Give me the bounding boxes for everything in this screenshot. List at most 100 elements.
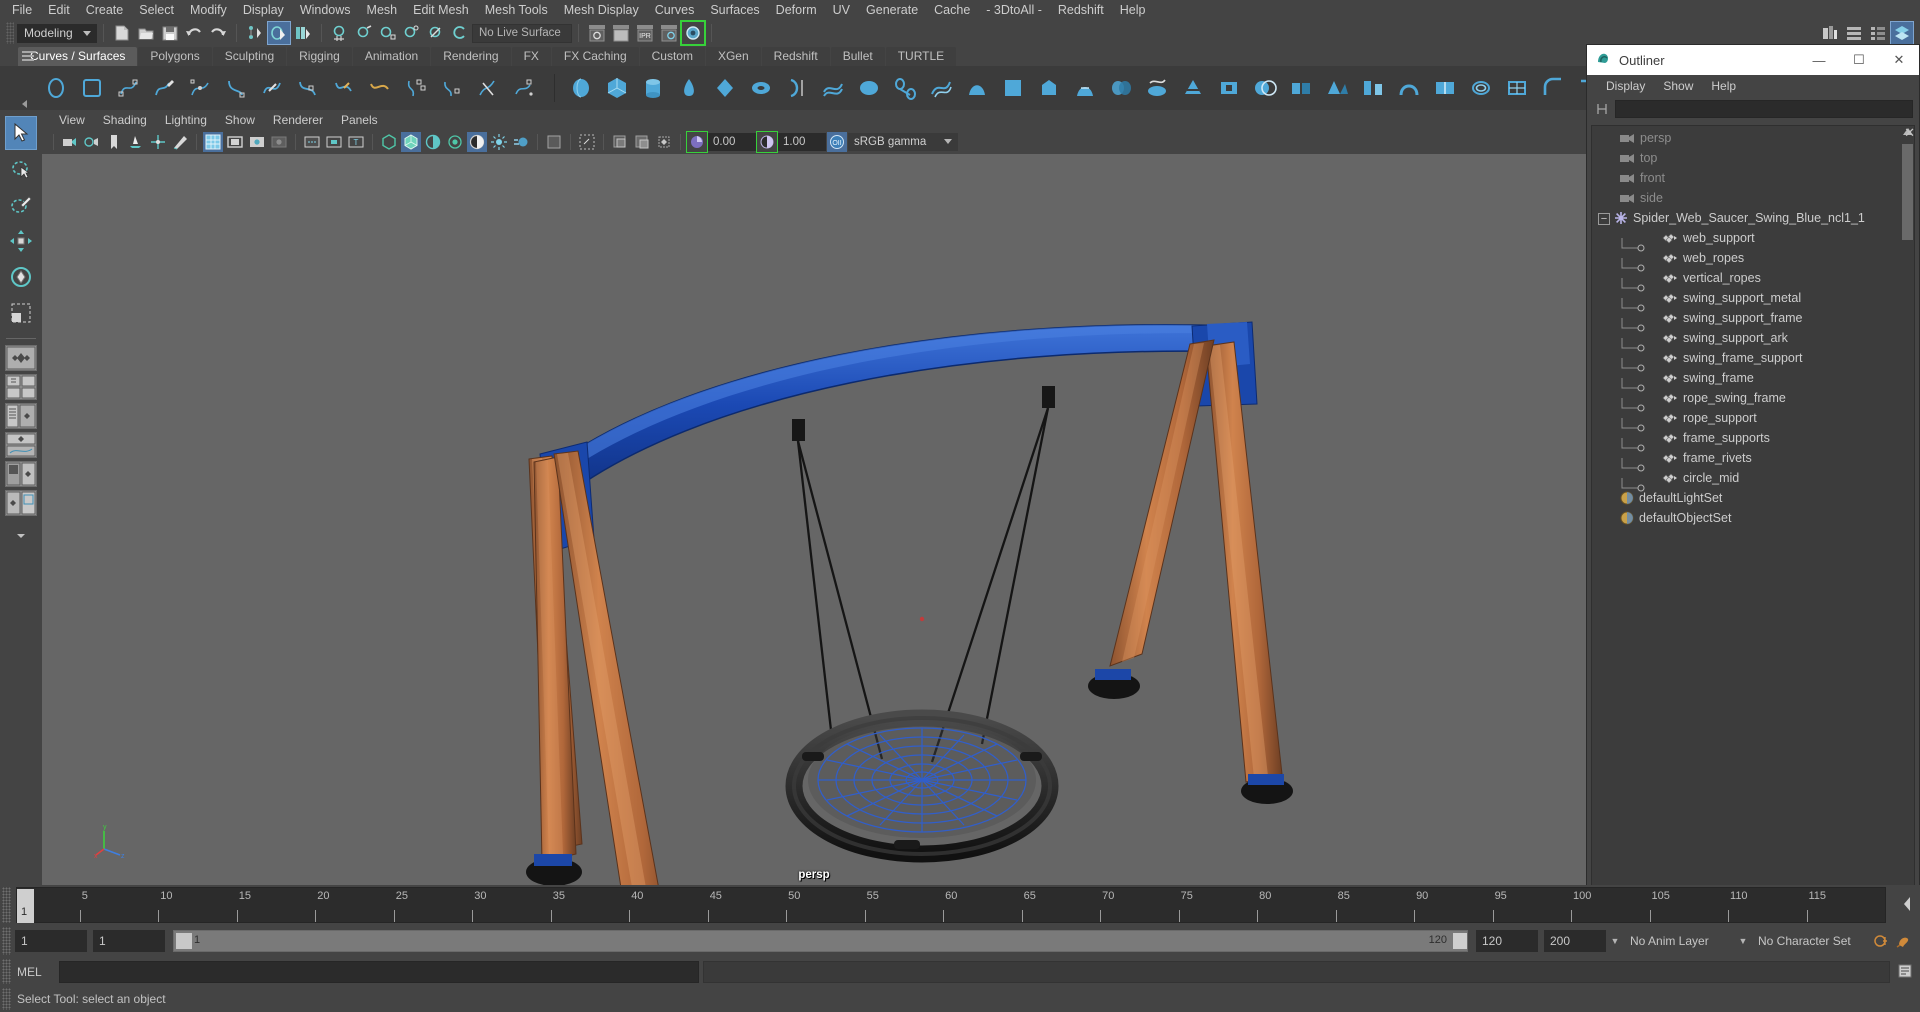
smooth-shade-all-icon[interactable] <box>401 132 421 152</box>
outliner-vertical-scrollbar[interactable] <box>1901 144 1914 901</box>
snap-to-grid-button[interactable] <box>329 22 351 44</box>
move-tool-button[interactable] <box>5 224 37 258</box>
outliner-item-vertical_ropes[interactable]: vertical_ropes <box>1594 268 1900 292</box>
attach-curves-icon[interactable] <box>328 72 360 104</box>
menu-item-edit-mesh[interactable]: Edit Mesh <box>405 1 477 19</box>
render-current-frame-button[interactable] <box>586 22 608 44</box>
time-slider-right-handle[interactable] <box>1890 893 1918 917</box>
nurbs-cube-icon[interactable] <box>601 72 633 104</box>
menu-item-windows[interactable]: Windows <box>292 1 359 19</box>
hypershade-button[interactable] <box>680 20 706 46</box>
menu-item-surfaces[interactable]: Surfaces <box>702 1 767 19</box>
xray-joints-icon[interactable] <box>610 132 630 152</box>
shelf-tab-rendering[interactable]: Rendering <box>431 47 511 66</box>
extrude-icon[interactable] <box>889 72 921 104</box>
range-slider-bar[interactable]: 1 120 <box>173 930 1468 952</box>
anim-layer-chevron-icon[interactable]: ▼ <box>1606 930 1624 952</box>
auto-keyframe-toggle-button[interactable] <box>1870 930 1892 952</box>
quick-layout-four-view[interactable] <box>5 374 37 400</box>
outliner-menu-show[interactable]: Show <box>1654 76 1702 96</box>
animation-end-time-field[interactable]: 200 <box>1544 930 1606 952</box>
viewport-menu-shading[interactable]: Shading <box>94 111 156 129</box>
attach-surfaces-icon[interactable] <box>1285 72 1317 104</box>
film-origin-icon[interactable] <box>302 132 322 152</box>
select-by-object-type-button[interactable] <box>267 21 291 45</box>
menu-set-selector[interactable]: Modeling <box>17 23 97 43</box>
layer-editor-toggle[interactable] <box>1890 21 1914 45</box>
gamma-field[interactable]: 1.00 <box>778 133 826 151</box>
safe-title-icon[interactable]: T <box>346 132 366 152</box>
select-by-hierarchy-button[interactable] <box>244 22 266 44</box>
two-d-pan-zoom-icon[interactable] <box>148 132 168 152</box>
outliner-title-bar[interactable]: Outliner — ☐ ✕ <box>1587 45 1919 75</box>
snap-to-view-plane-button[interactable] <box>425 22 447 44</box>
trim-tool-icon[interactable] <box>1177 72 1209 104</box>
boundary-icon[interactable] <box>961 72 993 104</box>
redo-previous-render-button[interactable] <box>610 22 632 44</box>
round-tool-icon[interactable] <box>1537 72 1569 104</box>
snap-to-curve-button[interactable] <box>353 22 375 44</box>
camera-attributes-icon[interactable] <box>82 132 102 152</box>
command-line-grip[interactable] <box>2 959 11 984</box>
search-icon[interactable] <box>1593 100 1611 118</box>
menu-item-cache[interactable]: Cache <box>926 1 978 19</box>
close-icon[interactable]: ✕ <box>1879 45 1919 75</box>
outliner-item-defaultlightset[interactable]: defaultLightSet <box>1594 488 1900 508</box>
gamma-icon[interactable] <box>756 131 778 153</box>
shelf-tab-sculpting[interactable]: Sculpting <box>212 47 287 66</box>
menu-item-3dtoall[interactable]: - 3DtoAll - <box>978 1 1050 19</box>
minimize-icon[interactable]: — <box>1799 45 1839 75</box>
outliner-search-input[interactable] <box>1615 100 1913 118</box>
render-settings-button[interactable] <box>658 22 680 44</box>
color-transform-selector[interactable]: sRGB gamma <box>848 133 958 151</box>
image-plane-icon[interactable] <box>126 132 146 152</box>
outliner-scroll-close-icon[interactable]: ✕ <box>1904 126 1914 141</box>
outliner-item-front[interactable]: front <box>1594 168 1900 188</box>
cv-curve-tool-icon[interactable] <box>112 72 144 104</box>
shelf-tab-rigging[interactable]: Rigging <box>287 47 352 66</box>
birail-icon[interactable] <box>925 72 957 104</box>
animation-start-time-field[interactable]: 1 <box>15 930 87 952</box>
bevel-plus-icon[interactable] <box>1069 72 1101 104</box>
isolate-select-icon[interactable] <box>544 132 564 152</box>
playback-start-time-field[interactable]: 1 <box>93 930 165 952</box>
outliner-item-frame_rivets[interactable]: frame_rivets <box>1594 448 1900 472</box>
menu-item-curves[interactable]: Curves <box>647 1 703 19</box>
outliner-item-frame_supports[interactable]: frame_supports <box>1594 428 1900 452</box>
save-scene-button[interactable] <box>159 22 181 44</box>
detach-curves-icon[interactable] <box>364 72 396 104</box>
menu-item-edit[interactable]: Edit <box>40 1 78 19</box>
project-curve-icon[interactable] <box>1141 72 1173 104</box>
outliner-item-swing_frame[interactable]: swing_frame <box>1594 368 1900 392</box>
ssao-icon[interactable] <box>489 132 509 152</box>
motion-blur-icon[interactable] <box>511 132 531 152</box>
quick-layout-hypershade-persp[interactable] <box>5 461 37 487</box>
viewport-3d-canvas[interactable]: y z x persp <box>42 154 1586 885</box>
outliner-menu-help[interactable]: Help <box>1702 76 1745 96</box>
ipr-render-button[interactable]: IPR <box>634 22 656 44</box>
menu-item-redshift[interactable]: Redshift <box>1050 1 1112 19</box>
align-curves-icon[interactable] <box>400 72 432 104</box>
shaded-hardware-texture-icon[interactable] <box>423 132 443 152</box>
nurbs-sphere-icon[interactable] <box>565 72 597 104</box>
three-point-arc-icon[interactable] <box>256 72 288 104</box>
shelf-tab-polygons[interactable]: Polygons <box>138 47 212 66</box>
character-set-selector[interactable]: No Character Set <box>1752 930 1870 952</box>
outliner-item-circle_mid[interactable]: circle_mid <box>1594 468 1900 492</box>
new-scene-button[interactable] <box>111 22 133 44</box>
nurbs-cylinder-icon[interactable] <box>637 72 669 104</box>
grid-toggle-icon[interactable] <box>203 132 223 152</box>
outliner-menu-display[interactable]: Display <box>1597 76 1654 96</box>
snap-to-point-button[interactable] <box>377 22 399 44</box>
cut-curve-icon[interactable] <box>472 72 504 104</box>
outliner-item-top[interactable]: top <box>1594 148 1900 168</box>
expand-collapse-toggle[interactable]: − <box>1594 211 1614 225</box>
wireframe-icon[interactable] <box>379 132 399 152</box>
safe-action-icon[interactable] <box>324 132 344 152</box>
range-start-handle[interactable] <box>176 933 192 949</box>
outliner-item-side[interactable]: side <box>1594 188 1900 208</box>
menu-item-select[interactable]: Select <box>131 1 182 19</box>
attribute-editor-toggle[interactable] <box>1819 22 1841 44</box>
paint-select-tool-button[interactable] <box>5 188 37 222</box>
offset-surfaces-icon[interactable] <box>1465 72 1497 104</box>
